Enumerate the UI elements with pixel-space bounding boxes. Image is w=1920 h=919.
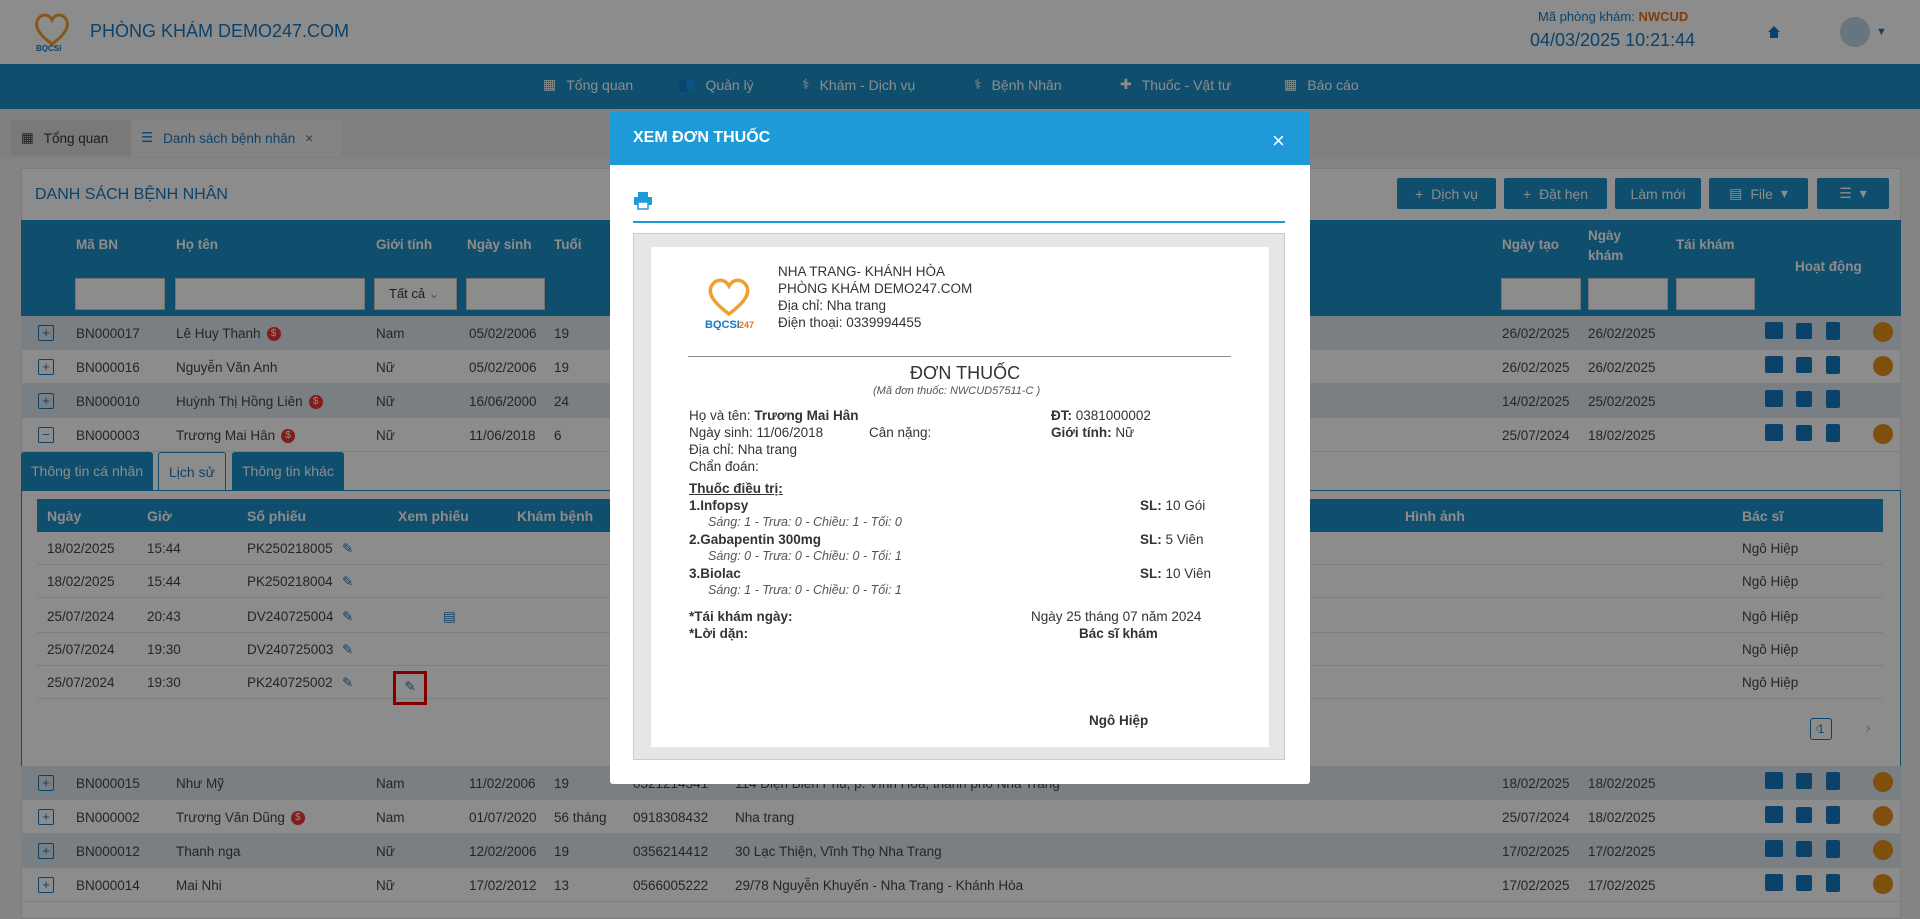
revisit-label: *Tái khám ngày: [689,609,793,624]
document-title: ĐƠN THUỐC [910,363,1021,383]
drug-dosage: Sáng: 1 - Trưa: 0 - Chiều: 0 - Tối: 1 [708,583,902,597]
clinic-region: NHA TRANG- KHÁNH HÒA [778,264,946,279]
patient-dob: Ngày sinh: 11/06/2018 [689,425,824,440]
sign-date: Ngày 25 tháng 07 năm 2024 [1031,609,1202,624]
drug-dosage: Sáng: 1 - Trưa: 0 - Chiều: 1 - Tối: 0 [708,515,902,529]
patient-name: Họ và tên: Trương Mai Hân [689,408,859,423]
clinic-address: Địa chỉ: Nha trang [778,298,887,313]
svg-text:BQCSI: BQCSI [705,319,740,330]
clinic-name: PHÒNG KHÁM DEMO247.COM [778,281,973,296]
document-logo: BQCSI 247 [703,272,755,331]
toolbar-divider [633,221,1285,223]
patient-diagnosis: Chẩn đoán: [689,459,759,474]
drug-quantity: SL: 5 Viên [1140,532,1204,547]
svg-text:247: 247 [739,320,754,330]
clinic-phone: Điện thoại: 0339994455 [778,315,922,330]
patient-phone: ĐT: 0381000002 [1051,408,1151,423]
drug-quantity: SL: 10 Viên [1140,566,1212,581]
modal-title: XEM ĐƠN THUỐC [633,129,771,146]
drug-dosage: Sáng: 0 - Trưa: 0 - Chiều: 0 - Tối: 1 [708,549,902,563]
drug-name: 2.Gabapentin 300mg [689,532,822,547]
close-icon[interactable]: × [1272,128,1285,154]
patient-address: Địa chỉ: Nha trang [689,442,798,457]
drug-quantity: SL: 10 Gói [1140,498,1206,513]
patient-weight: Cân nặng: [869,425,932,440]
drug-name: 1.Infopsy [689,498,749,513]
drug-name: 3.Biolac [689,566,741,581]
doctor-title: Bác sĩ khám [1079,626,1158,641]
divider [688,356,1231,357]
treatment-label: Thuốc điều trị: [689,481,783,496]
print-icon[interactable] [633,191,653,211]
advice-label: *Lời dặn: [689,626,749,641]
patient-gender: Giới tính: Nữ [1051,425,1135,440]
doctor-name: Ngô Hiệp [1089,713,1149,728]
prescription-code: (Mã đơn thuốc: NWCUD57511-C ) [873,385,1041,397]
